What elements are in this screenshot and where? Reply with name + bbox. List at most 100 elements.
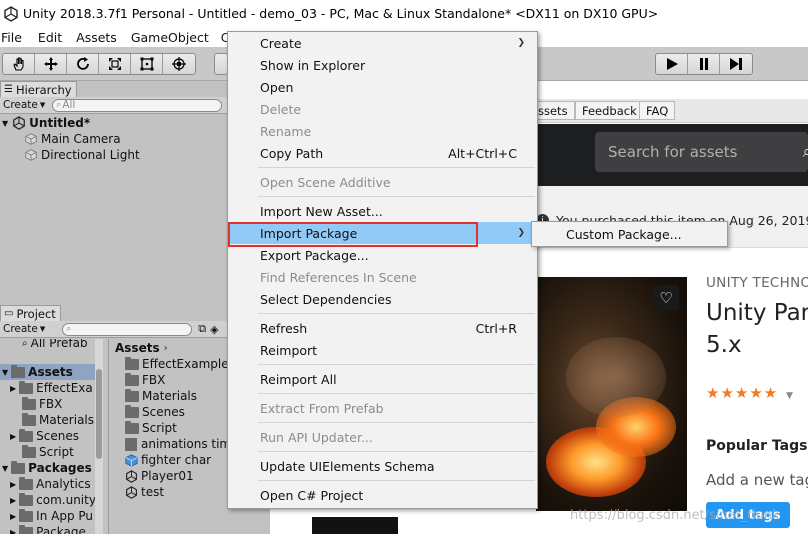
project-tree-item[interactable]: ▶ EffectExa: [10, 380, 93, 396]
asset-item-label: Script: [142, 421, 177, 435]
rating-stars[interactable]: ★★★★★ ▼: [706, 384, 794, 402]
scale-tool-button[interactable]: [99, 54, 131, 74]
asset-item-label: Scenes: [142, 405, 185, 419]
search-icon: ⌕: [56, 100, 62, 110]
project-tree-scrollbar[interactable]: [95, 339, 103, 534]
project-create-button[interactable]: Create ▼: [0, 323, 48, 335]
asset-item-label: Materials: [142, 389, 198, 403]
scrollbar-thumb[interactable]: [96, 369, 102, 459]
project-tree-item[interactable]: ▶ com.unity: [10, 492, 96, 508]
tab-hierarchy[interactable]: ☰ Hierarchy: [0, 81, 77, 97]
rotate-tool-button[interactable]: [67, 54, 99, 74]
product-publisher[interactable]: UNITY TECHNOL: [706, 275, 808, 291]
hierarchy-create-button[interactable]: Create ▼: [0, 99, 48, 111]
filter-label-icon[interactable]: ◈: [210, 323, 218, 336]
menu-item-open-csharp-project[interactable]: Open C# Project: [228, 484, 537, 506]
menu-item-custom-package[interactable]: Custom Package...: [532, 222, 727, 246]
play-button[interactable]: [656, 54, 688, 74]
project-tree-item[interactable]: ⌕ All Prefab: [22, 339, 88, 351]
menu-item-find-references: Find References In Scene: [228, 266, 537, 288]
menu-item-label: Reimport All: [260, 371, 337, 387]
asset-item[interactable]: Scenes: [125, 404, 185, 420]
folder-icon: [11, 364, 26, 378]
breadcrumb[interactable]: Assets ›: [115, 340, 168, 356]
rect-icon: [140, 57, 153, 71]
folder-icon: [11, 460, 26, 474]
store-search-input[interactable]: Search for assets ⌕: [595, 132, 808, 172]
asset-item[interactable]: Player01: [125, 468, 194, 484]
menu-item-label: Import Package: [260, 225, 358, 241]
asset-item[interactable]: Materials: [125, 388, 197, 404]
pivot-toggle[interactable]: [214, 53, 228, 75]
hierarchy-item[interactable]: Main Camera: [24, 131, 121, 147]
menu-item-label: Open: [260, 79, 294, 95]
tab-feedback[interactable]: Feedback: [575, 101, 644, 120]
transform-tool-button[interactable]: [163, 54, 195, 74]
menu-item-create[interactable]: Create ❯: [228, 32, 537, 54]
hierarchy-tab-label: Hierarchy: [15, 82, 72, 97]
project-search-input[interactable]: ⌕: [62, 322, 193, 336]
asset-item[interactable]: fighter char: [125, 452, 211, 468]
project-tree-item[interactable]: Materials: [22, 412, 94, 428]
menu-file[interactable]: File: [0, 30, 28, 45]
import-package-submenu: Custom Package...: [531, 221, 728, 247]
move-tool-button[interactable]: [35, 54, 67, 74]
dropdown-arrow-icon: ▼: [39, 325, 46, 333]
product-image[interactable]: ♡: [536, 277, 687, 511]
menu-gameobject[interactable]: GameObject: [131, 30, 215, 45]
menu-separator: [258, 167, 535, 168]
hand-tool-button[interactable]: [3, 54, 35, 74]
asset-item[interactable]: animations tim: [125, 436, 231, 452]
menu-item-import-new-asset[interactable]: Import New Asset...: [228, 200, 537, 222]
menu-separator: [258, 393, 535, 394]
favorite-heart-button[interactable]: ♡: [653, 285, 679, 311]
project-tree-item[interactable]: ▶ Analytics: [10, 476, 91, 492]
scene-row[interactable]: ▼ Untitled*: [2, 115, 90, 131]
menu-item-refresh[interactable]: Refresh Ctrl+R: [228, 317, 537, 339]
menu-item-select-dependencies[interactable]: Select Dependencies: [228, 288, 537, 310]
step-button[interactable]: [720, 54, 752, 74]
project-tree-item[interactable]: Script: [22, 444, 74, 460]
asset-item[interactable]: test: [125, 484, 164, 500]
rect-tool-button[interactable]: [131, 54, 163, 74]
tab-faq[interactable]: FAQ: [639, 101, 676, 120]
project-tree-item[interactable]: ▶ Package: [10, 524, 86, 534]
folder-icon: [19, 492, 34, 506]
asset-item-label: FBX: [142, 373, 166, 387]
project-tree-item[interactable]: ▼ Assets: [0, 364, 95, 380]
menu-assets[interactable]: Assets: [76, 30, 123, 45]
product-thumbnail[interactable]: [312, 517, 398, 534]
project-tree-item[interactable]: ▶ In App Pu: [10, 508, 93, 524]
expand-arrow-icon: ▼: [2, 463, 9, 473]
filter-type-icon[interactable]: ⧉: [198, 322, 206, 336]
menu-item-show-in-explorer[interactable]: Show in Explorer: [228, 54, 537, 76]
store-search-placeholder: Search for assets: [608, 143, 738, 161]
menu-item-reimport[interactable]: Reimport: [228, 339, 537, 361]
menu-item-copy-path[interactable]: Copy Path Alt+Ctrl+C: [228, 142, 537, 164]
project-tree-item[interactable]: ▶ Scenes: [10, 428, 79, 444]
hierarchy-search-input[interactable]: ⌕ All: [52, 98, 223, 112]
menu-item-update-uielements-schema[interactable]: Update UIElements Schema: [228, 455, 537, 477]
menu-item-label: Create: [260, 35, 302, 51]
menu-edit[interactable]: Edit: [38, 30, 68, 45]
menu-item-import-package[interactable]: Import Package ❯: [228, 222, 537, 244]
rotate-icon: [76, 57, 89, 70]
asset-item[interactable]: FBX: [125, 372, 165, 388]
asset-item[interactable]: EffectExamples: [125, 356, 235, 372]
hierarchy-search-placeholder: All: [62, 99, 76, 111]
project-tree-item[interactable]: ▼ Packages: [0, 460, 92, 476]
asset-item-label: animations tim: [141, 437, 232, 451]
hierarchy-item[interactable]: Directional Light: [24, 147, 140, 163]
asset-item[interactable]: Script: [125, 420, 177, 436]
tab-project[interactable]: ▭ Project: [0, 305, 61, 321]
menu-item-open[interactable]: Open: [228, 76, 537, 98]
new-tag-input[interactable]: Add a new tag: [706, 471, 808, 489]
pause-button[interactable]: [688, 54, 720, 74]
menu-item-reimport-all[interactable]: Reimport All: [228, 368, 537, 390]
project-tree-item[interactable]: FBX: [22, 396, 62, 412]
tab-assets[interactable]: ssets: [532, 101, 575, 120]
play-icon: [666, 58, 678, 70]
menu-item-label: Open C# Project: [260, 487, 364, 503]
menu-item-export-package[interactable]: Export Package...: [228, 244, 537, 266]
project-create-label: Create: [3, 323, 38, 335]
